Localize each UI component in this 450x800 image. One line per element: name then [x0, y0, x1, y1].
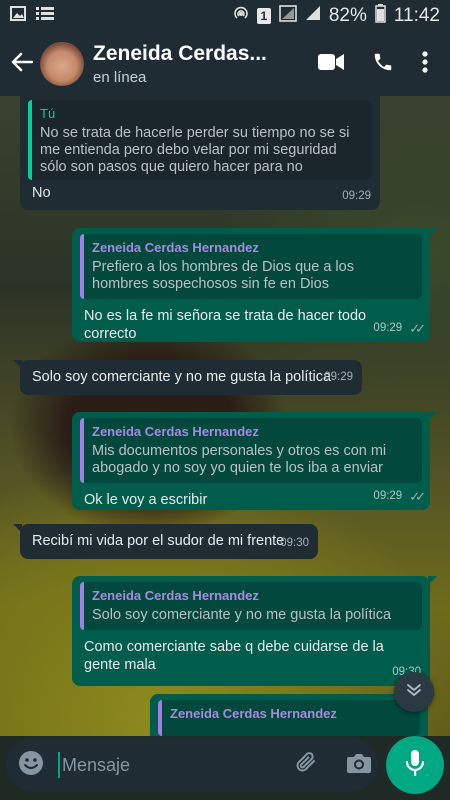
message-text: Como comerciante sabe q debe cuidarse de… — [84, 639, 384, 673]
quote-text: Prefiero a los hombres de Dios que a los… — [92, 259, 354, 292]
quote-text: Mis documentos personales y otros es con… — [92, 443, 387, 476]
message-incoming[interactable]: Solo soy comerciante y no me gusta la po… — [13, 360, 362, 395]
scroll-to-bottom-button[interactable] — [394, 672, 434, 712]
message-composer — [6, 738, 378, 792]
emoji-icon[interactable] — [18, 750, 44, 781]
message-outgoing[interactable]: Zeneida Cerdas Hernandez Solo soy comerc… — [72, 576, 437, 686]
mic-icon — [405, 749, 425, 782]
avatar[interactable] — [40, 42, 84, 86]
clock: 11:42 — [393, 5, 440, 26]
voice-record-button[interactable] — [386, 736, 444, 794]
message-incoming[interactable]: Recibí mi vida por el sudor de mi frente… — [13, 524, 318, 559]
more-options-icon[interactable] — [422, 50, 428, 78]
quote-author: Zeneida Cerdas Hernandez — [92, 588, 259, 603]
back-button[interactable] — [4, 32, 40, 96]
contact-info[interactable]: Zeneida Cerdas... en línea — [93, 42, 267, 86]
quote-author: Tú — [40, 106, 56, 121]
message-text: No es la fe mi señora se trata de hacer … — [84, 308, 367, 342]
quoted-message[interactable]: Zeneida Cerdas Hernandez — [158, 700, 420, 736]
quoted-message[interactable]: Tú No se trata de hacerle perder su tiem… — [28, 100, 372, 180]
message-meta: 09:30 — [280, 535, 309, 552]
video-call-icon[interactable] — [318, 53, 344, 76]
attach-icon[interactable] — [294, 750, 320, 781]
quote-author: Zeneida Cerdas Hernandez — [170, 706, 337, 721]
message-text: No — [32, 185, 51, 201]
voice-call-icon[interactable] — [372, 51, 394, 78]
image-icon — [10, 5, 26, 27]
quote-author: Zeneida Cerdas Hernandez — [92, 424, 259, 439]
contact-name: Zeneida Cerdas... — [93, 42, 267, 65]
message-time: 09:29 — [342, 190, 371, 202]
contact-status: en línea — [93, 69, 147, 86]
sim-icon: 1 — [256, 8, 271, 24]
message-outgoing[interactable]: Zeneida Cerdas Hernandez Mis documentos … — [72, 412, 437, 510]
quoted-message[interactable]: Zeneida Cerdas Hernandez Solo soy comerc… — [80, 582, 422, 630]
message-time: 09:29 — [373, 490, 403, 502]
back-arrow-icon — [11, 52, 34, 77]
message-incoming[interactable]: Tú No se trata de hacerle perder su tiem… — [20, 96, 380, 210]
hotspot-icon — [233, 5, 249, 27]
quote-text: Solo soy comerciante y no me gusta la po… — [92, 607, 392, 623]
status-bar: 1 82% 11:42 — [0, 0, 450, 32]
chat-header: Zeneida Cerdas... en línea — [0, 32, 450, 96]
read-ticks-icon: ✓✓ — [409, 321, 426, 336]
no-signal-icon — [279, 4, 297, 28]
message-time: 09:30 — [280, 537, 309, 549]
list-icon — [36, 5, 54, 27]
quote-author: Zeneida Cerdas Hernandez — [92, 240, 259, 255]
chevron-double-down-icon — [406, 682, 422, 703]
camera-icon[interactable] — [346, 752, 372, 779]
message-input[interactable] — [58, 752, 294, 778]
message-outgoing[interactable]: Zeneida Cerdas Hernandez Prefiero a los … — [72, 228, 437, 342]
battery-percent: 82% — [328, 5, 367, 26]
message-time: 09:29 — [324, 371, 353, 383]
read-ticks-icon: ✓✓ — [409, 489, 426, 504]
message-text: Solo soy comerciante y no me gusta la po… — [32, 369, 332, 385]
quoted-message[interactable]: Zeneida Cerdas Hernandez Prefiero a los … — [80, 234, 422, 299]
quoted-message[interactable]: Zeneida Cerdas Hernandez Mis documentos … — [80, 418, 422, 483]
signal-icon — [305, 5, 321, 27]
message-meta: 09:29 — [324, 369, 353, 386]
message-meta: 09:29 — [342, 188, 371, 205]
message-meta: 09:29 ✓✓ — [373, 320, 426, 337]
message-time: 09:29 — [373, 322, 403, 334]
message-meta: 09:29 ✓✓ — [373, 488, 426, 505]
message-outgoing[interactable]: Zeneida Cerdas Hernandez — [150, 694, 435, 736]
message-text: Recibí mi vida por el sudor de mi frente — [32, 533, 285, 549]
quote-text: No se trata de hacerle perder su tiempo … — [40, 125, 350, 175]
message-text: Ok le voy a escribir — [84, 492, 208, 508]
battery-icon — [375, 3, 386, 29]
